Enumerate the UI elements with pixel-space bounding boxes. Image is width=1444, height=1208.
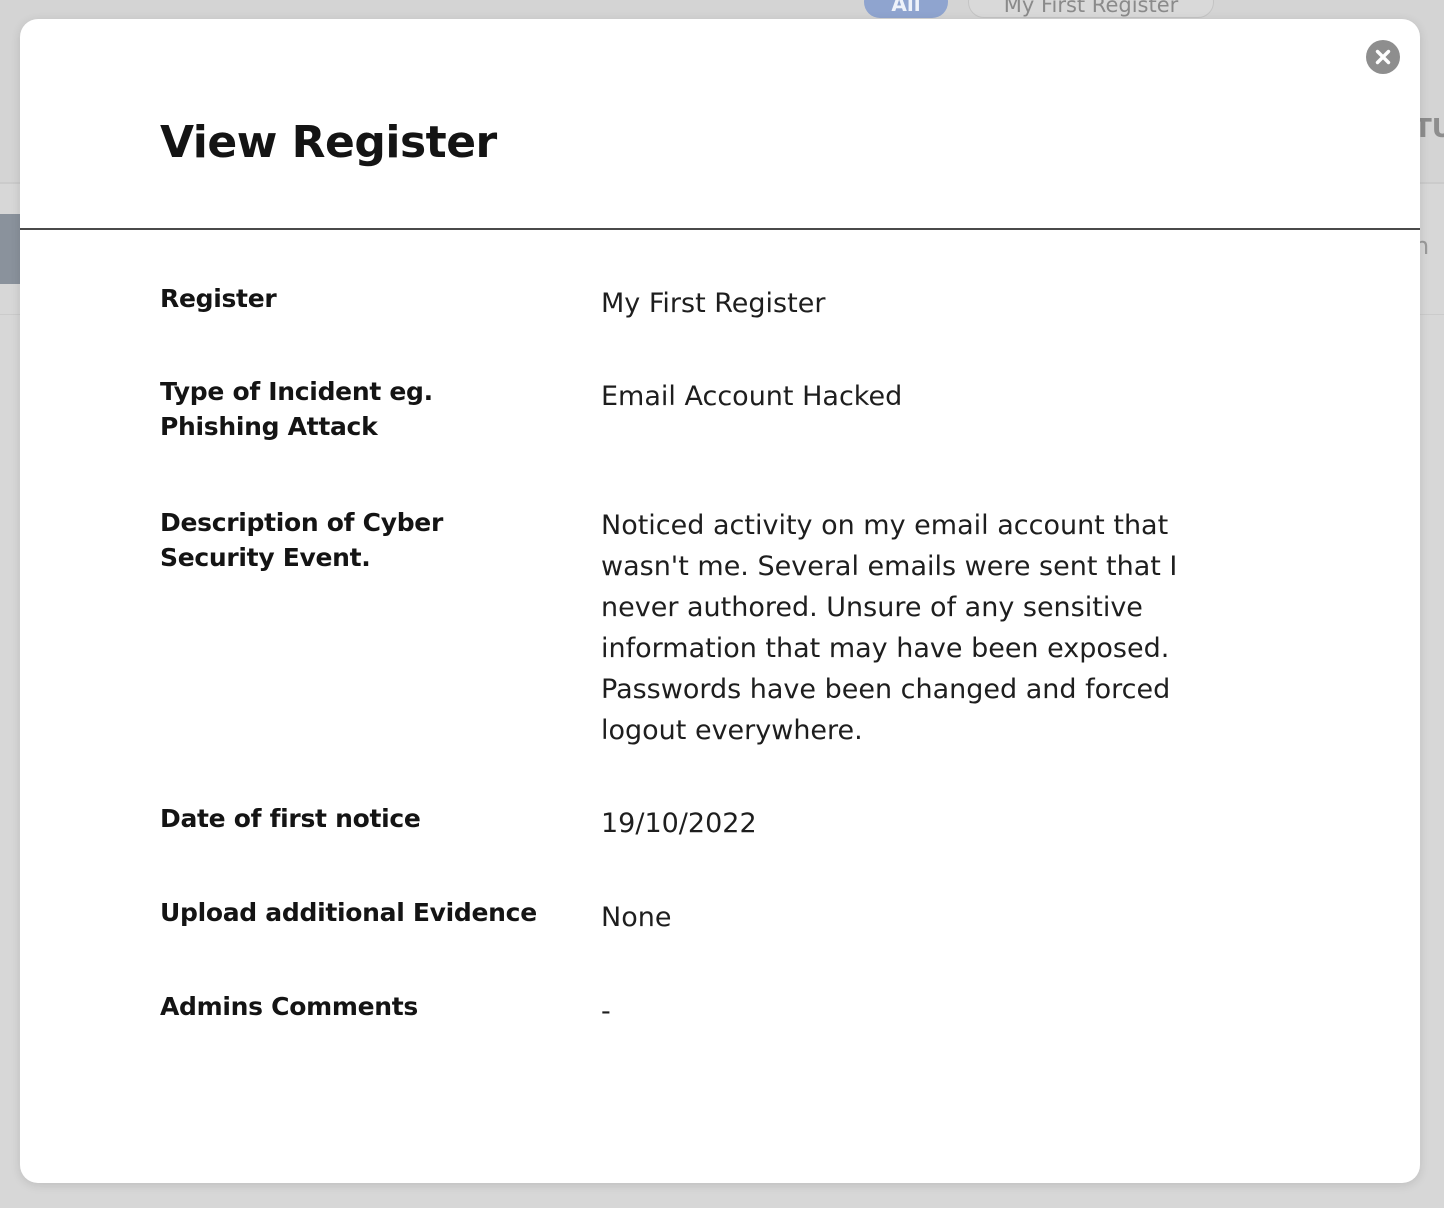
field-value: Noticed activity on my email account tha… xyxy=(601,510,1178,746)
field-label: Upload additional Evidence xyxy=(160,898,537,927)
close-icon xyxy=(1375,49,1391,65)
field-label: Admins Comments xyxy=(160,992,418,1021)
field-label: Date of first notice xyxy=(160,804,421,833)
field-label: Description of Cyber Security Event. xyxy=(160,508,443,572)
tab-my-first-register: My First Register xyxy=(968,0,1214,18)
field-value: Email Account Hacked xyxy=(601,381,903,412)
modal-title: View Register xyxy=(160,117,497,168)
tab-all: All xyxy=(864,0,948,18)
field-value: 19/10/2022 xyxy=(601,808,757,839)
field-label: Type of Incident eg. Phishing Attack xyxy=(160,377,433,441)
field-value: None xyxy=(601,902,672,933)
field-value: - xyxy=(601,996,611,1027)
modal-divider xyxy=(20,228,1420,230)
close-button[interactable] xyxy=(1366,40,1400,74)
field-value: My First Register xyxy=(601,288,826,319)
background-row-marker xyxy=(0,214,20,284)
view-register-modal: View Register Register My First Register… xyxy=(20,19,1420,1183)
field-label: Register xyxy=(160,284,277,313)
